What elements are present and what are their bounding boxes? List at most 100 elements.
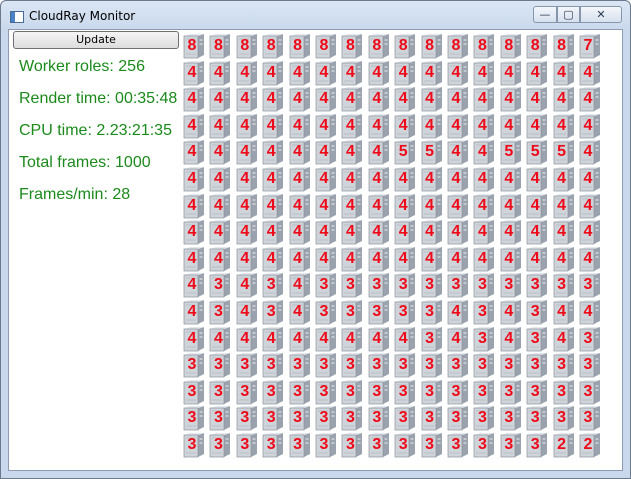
worker-count: 4 [504, 223, 514, 241]
worker-cell: 4 [262, 139, 284, 165]
worker-cell: 3 [394, 299, 416, 325]
client-area: Update Worker roles: 256 Render time: 00… [8, 29, 623, 471]
worker-count: 3 [398, 409, 408, 427]
worker-count: 4 [319, 170, 329, 187]
worker-count: 4 [583, 249, 593, 267]
worker-cell: 3 [289, 379, 311, 405]
worker-cell: 3 [262, 379, 284, 405]
worker-cell: 4 [447, 86, 469, 112]
worker-count: 5 [504, 143, 514, 161]
worker-cell: 4 [447, 246, 469, 272]
worker-cell: 4 [341, 326, 363, 352]
worker-count: 4 [213, 170, 223, 187]
worker-count: 4 [530, 170, 540, 187]
worker-count: 4 [319, 223, 329, 241]
worker-cell: 3 [421, 352, 443, 378]
worker-cell: 4 [394, 113, 416, 139]
worker-cell: 4 [209, 113, 231, 139]
worker-count: 4 [477, 196, 487, 214]
worker-count: 3 [425, 329, 435, 347]
worker-cell: 3 [262, 299, 284, 325]
stats-panel: Worker roles: 256 Render time: 00:35:48 … [19, 56, 177, 216]
worker-count: 4 [266, 116, 276, 134]
worker-cell: 8 [341, 33, 363, 59]
worker-count: 3 [319, 303, 329, 320]
worker-count: 4 [319, 116, 329, 134]
worker-count: 4 [451, 63, 461, 81]
worker-cell: 3 [341, 405, 363, 431]
worker-cell: 4 [394, 219, 416, 245]
worker-cell: 3 [315, 352, 337, 378]
worker-cell: 4 [209, 60, 231, 86]
worker-cell: 3 [289, 405, 311, 431]
worker-cell: 4 [341, 60, 363, 86]
worker-cell: 3 [262, 352, 284, 378]
worker-cell: 8 [447, 33, 469, 59]
update-button[interactable]: Update [13, 31, 179, 49]
worker-cell: 5 [421, 139, 443, 165]
worker-count: 4 [293, 303, 303, 320]
worker-cell: 4 [421, 113, 443, 139]
worker-cell: 4 [447, 113, 469, 139]
worker-count: 4 [213, 116, 223, 134]
worker-cell: 3 [368, 272, 390, 298]
worker-cell: 4 [289, 113, 311, 139]
worker-cell: 8 [315, 33, 337, 59]
worker-count: 3 [530, 276, 540, 294]
worker-count: 3 [240, 409, 250, 427]
worker-cell: 4 [209, 193, 231, 219]
worker-cell: 3 [315, 299, 337, 325]
worker-count: 4 [425, 116, 435, 134]
worker-count: 4 [213, 196, 223, 214]
close-button[interactable]: ✕ [580, 6, 622, 23]
worker-cell: 4 [289, 326, 311, 352]
worker-count: 3 [530, 329, 540, 347]
maximize-button[interactable]: ▢ [557, 6, 580, 23]
worker-cell: 4 [500, 60, 522, 86]
worker-cell: 3 [262, 432, 284, 458]
worker-cell: 4 [421, 193, 443, 219]
worker-count: 3 [398, 356, 408, 374]
worker-cell: 4 [447, 219, 469, 245]
worker-cell: 4 [183, 219, 205, 245]
worker-cell: 4 [183, 326, 205, 352]
worker-count: 4 [530, 249, 540, 267]
worker-cell: 3 [579, 405, 601, 431]
minimize-button[interactable]: — [533, 6, 557, 23]
worker-cell: 3 [526, 379, 548, 405]
worker-count: 4 [398, 170, 408, 187]
worker-cell: 4 [473, 139, 495, 165]
worker-count: 4 [477, 63, 487, 81]
worker-count: 3 [530, 356, 540, 374]
worker-count: 4 [504, 116, 514, 134]
worker-cell: 4 [500, 193, 522, 219]
worker-count: 4 [372, 90, 382, 108]
worker-cell: 3 [579, 272, 601, 298]
worker-cell: 4 [526, 166, 548, 192]
worker-count: 3 [398, 303, 408, 320]
worker-cell: 4 [236, 86, 258, 112]
worker-count: 4 [530, 196, 540, 214]
worker-cell: 3 [368, 299, 390, 325]
worker-cell: 4 [473, 60, 495, 86]
worker-cell: 4 [236, 139, 258, 165]
worker-cell: 4 [579, 246, 601, 272]
worker-cell: 3 [579, 379, 601, 405]
worker-count: 3 [583, 356, 593, 374]
worker-cell: 3 [473, 379, 495, 405]
worker-cell: 4 [183, 86, 205, 112]
worker-count: 4 [477, 249, 487, 267]
worker-cell: 3 [209, 405, 231, 431]
worker-count: 3 [266, 303, 276, 320]
worker-count: 3 [477, 436, 487, 453]
worker-count: 3 [372, 409, 382, 427]
title-bar[interactable]: CloudRay Monitor — ▢ ✕ [1, 1, 630, 29]
worker-count: 4 [451, 223, 461, 241]
worker-count: 3 [266, 276, 276, 294]
worker-cell: 8 [500, 33, 522, 59]
worker-count: 4 [451, 170, 461, 187]
worker-count: 8 [530, 37, 540, 54]
worker-count: 4 [266, 63, 276, 81]
worker-count: 4 [240, 116, 250, 134]
worker-count: 4 [266, 223, 276, 241]
